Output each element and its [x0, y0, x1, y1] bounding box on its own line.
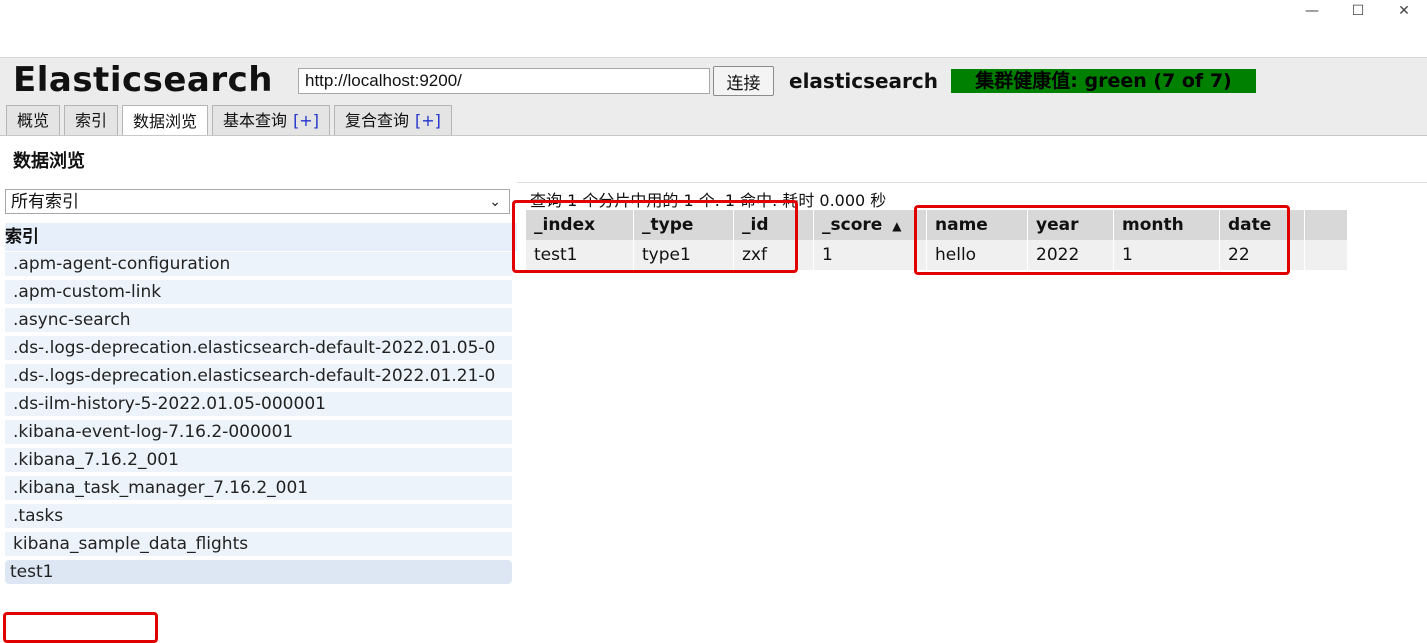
- table-cell: 1: [1113, 240, 1220, 270]
- app: Elasticsearch 连接 elasticsearch 集群健康值: gr…: [0, 57, 1427, 643]
- table-cell: type1: [633, 240, 734, 270]
- table-row[interactable]: test1 type1 zxf 1 hello 2022 1 22: [526, 240, 1348, 270]
- tab-add-button[interactable]: [+]: [293, 104, 319, 138]
- index-item[interactable]: .ds-.logs-deprecation.elasticsearch-defa…: [5, 364, 512, 388]
- index-section-title: 索引: [5, 223, 517, 251]
- table-cell: test1: [526, 240, 634, 270]
- table-cell: zxf: [733, 240, 814, 270]
- table-header-row: _index _type _id _score ▲ name year month…: [526, 210, 1348, 240]
- connect-button[interactable]: 连接: [713, 66, 774, 96]
- index-select-value: 所有索引: [11, 192, 79, 212]
- index-item[interactable]: .ds-.logs-deprecation.elasticsearch-defa…: [5, 336, 512, 360]
- cluster-name: elasticsearch: [789, 69, 939, 93]
- tab-label: 索引: [75, 110, 108, 130]
- index-item[interactable]: .async-search: [5, 308, 512, 332]
- tab-label: 数据浏览: [133, 111, 198, 131]
- index-item[interactable]: .apm-custom-link: [5, 280, 512, 304]
- window-controls: — ☐ ✕: [1289, 0, 1427, 22]
- tab-label: 复合查询: [344, 110, 409, 130]
- tab-overview[interactable]: 概览: [6, 105, 61, 135]
- tab-data-browser[interactable]: 数据浏览: [122, 105, 209, 137]
- tab-bar: 概览 索引 数据浏览 基本查询 [+] 复合查询 [+]: [6, 104, 456, 138]
- table-cell: 1: [813, 240, 927, 270]
- highlight-box-test1: [3, 612, 158, 643]
- tab-label: 基本查询: [223, 110, 288, 130]
- sort-asc-icon: ▲: [892, 219, 902, 233]
- column-header-score[interactable]: _score ▲: [813, 210, 927, 240]
- table-cell: 22: [1219, 240, 1305, 270]
- query-summary: 查询 1 个分片中用的 1 个. 1 命中. 耗时 0.000 秒: [530, 191, 887, 210]
- minimize-icon[interactable]: —: [1289, 0, 1335, 22]
- column-header-date[interactable]: date: [1219, 210, 1305, 240]
- index-item[interactable]: .kibana_7.16.2_001: [5, 448, 512, 472]
- index-select[interactable]: 所有索引 ⌄: [5, 189, 510, 214]
- column-header-score-label: _score: [822, 215, 883, 235]
- results-panel: 查询 1 个分片中用的 1 个. 1 命中. 耗时 0.000 秒 _index…: [512, 182, 1427, 593]
- index-item[interactable]: .tasks: [5, 504, 512, 528]
- results-table: _index _type _id _score ▲ name year month…: [526, 210, 1348, 270]
- sidebar: 所有索引 ⌄ 索引 .apm-agent-configuration .apm-…: [0, 182, 517, 643]
- header: Elasticsearch 连接 elasticsearch 集群健康值: gr…: [0, 57, 1427, 138]
- tab-basic-query[interactable]: 基本查询 [+]: [212, 105, 330, 135]
- index-item[interactable]: kibana_sample_data_flights: [5, 532, 512, 556]
- tab-add-button[interactable]: [+]: [415, 104, 441, 138]
- column-header-id[interactable]: _id: [733, 210, 814, 240]
- tab-compound-query[interactable]: 复合查询 [+]: [333, 104, 452, 138]
- column-header-type[interactable]: _type: [633, 210, 734, 240]
- cluster-health-badge: 集群健康值: green (7 of 7): [951, 69, 1256, 93]
- page-title-bar: 数据浏览: [0, 135, 1427, 183]
- index-item[interactable]: .kibana_task_manager_7.16.2_001: [5, 476, 512, 500]
- tab-label: 概览: [17, 110, 50, 130]
- index-item-selected[interactable]: test1: [5, 560, 512, 584]
- table-cell: 2022: [1027, 240, 1114, 270]
- chevron-down-icon: ⌄: [489, 194, 501, 210]
- table-cell: hello: [926, 240, 1028, 270]
- column-header-year[interactable]: year: [1027, 210, 1114, 240]
- index-list: .apm-agent-configuration .apm-custom-lin…: [5, 252, 517, 588]
- close-icon[interactable]: ✕: [1381, 0, 1427, 22]
- index-item[interactable]: .apm-agent-configuration: [5, 252, 512, 276]
- column-header-name[interactable]: name: [926, 210, 1028, 240]
- column-header-spacer: [1304, 210, 1348, 240]
- index-item[interactable]: .kibana-event-log-7.16.2-000001: [5, 420, 512, 444]
- index-item[interactable]: .ds-ilm-history-5-2022.01.05-000001: [5, 392, 512, 416]
- column-header-month[interactable]: month: [1113, 210, 1220, 240]
- page-title: 数据浏览: [13, 151, 85, 172]
- table-cell: [1304, 240, 1348, 270]
- tab-indices[interactable]: 索引: [64, 105, 119, 135]
- brand-title: Elasticsearch: [13, 60, 273, 100]
- column-header-index[interactable]: _index: [526, 210, 634, 240]
- url-input[interactable]: [298, 68, 710, 94]
- maximize-icon[interactable]: ☐: [1335, 0, 1381, 22]
